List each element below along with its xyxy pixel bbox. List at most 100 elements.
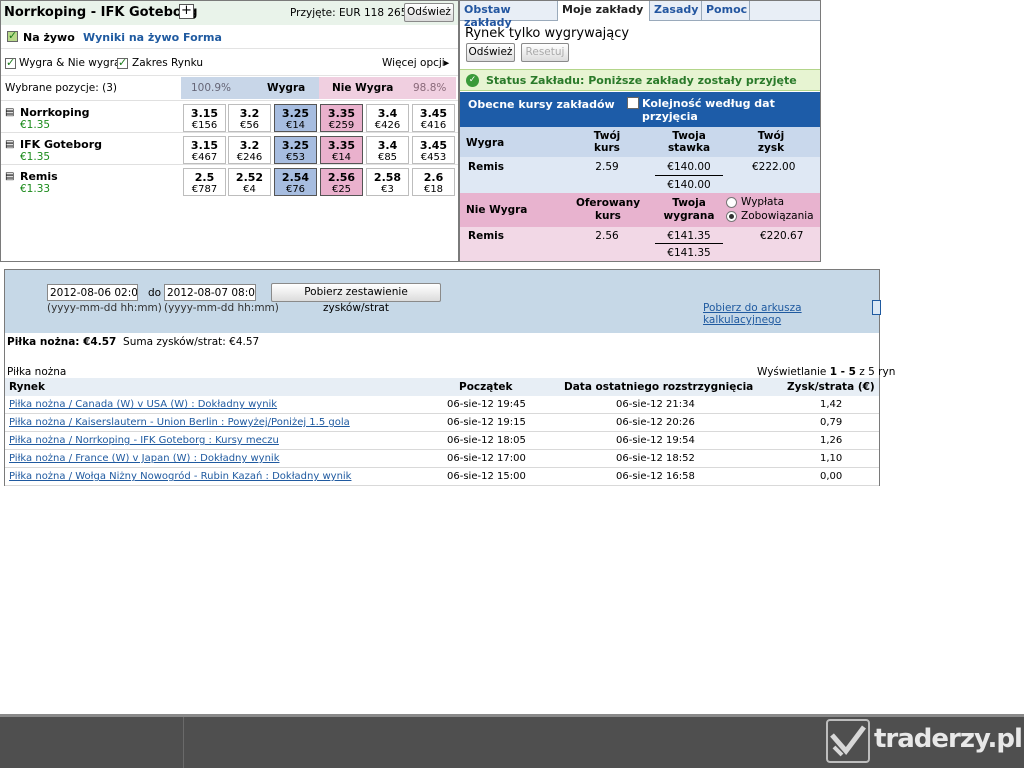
- chart-icon[interactable]: ▤: [5, 107, 14, 118]
- lay-price-cell[interactable]: 3.45 €416: [412, 104, 455, 132]
- market-refresh-button[interactable]: Odśwież: [404, 3, 454, 22]
- spreadsheet-icon[interactable]: [872, 300, 881, 315]
- profit-loss-value: 1,10: [820, 453, 843, 464]
- market-link[interactable]: Piłka nożna / Kaiserslautern - Union Ber…: [9, 417, 350, 428]
- table-row: Piłka nożna / Norrkoping - IFK Goteborg …: [5, 432, 879, 450]
- back-price-cell[interactable]: 2.54 €76: [274, 168, 317, 196]
- price-amount: €53: [285, 152, 306, 163]
- back-price-cell[interactable]: 3.2 €246: [228, 136, 271, 164]
- price-amount: €259: [328, 120, 355, 131]
- price-odds: 3.4: [377, 107, 398, 120]
- win-lose-checkbox[interactable]: [5, 56, 16, 69]
- lay-bet-stake: €141.35: [667, 230, 711, 242]
- lay-price-cell[interactable]: 2.6 €18: [412, 168, 455, 196]
- price-odds: 3.45: [419, 139, 448, 152]
- tab-my-bets[interactable]: Moje zakłady: [558, 1, 650, 21]
- stake-total-divider: [655, 175, 723, 176]
- price-amount: €18: [423, 184, 444, 195]
- lay-bet-row: Remis 2.56 €141.35 €220.67 €141.35: [460, 227, 820, 261]
- back-percentage: 100.9%: [191, 82, 232, 94]
- lay-price-cell[interactable]: 3.35 €259: [320, 104, 363, 132]
- check-circle-icon: ✓: [466, 74, 479, 87]
- add-market-button[interactable]: +: [179, 4, 194, 19]
- col-start[interactable]: Początek: [459, 381, 512, 393]
- live-checkbox[interactable]: [7, 29, 18, 42]
- pl-table-header: Rynek Początek Data ostatniego rozstrzyg…: [5, 378, 879, 396]
- date-to-label: do: [148, 287, 162, 299]
- back-price-cell[interactable]: 3.2 €56: [228, 104, 271, 132]
- back-bet-stake: €140.00: [667, 161, 711, 173]
- price-odds: 3.45: [419, 107, 448, 120]
- back-bets-header: Wygra Twój kurs Twoja stawka Twój zysk: [460, 127, 820, 157]
- bets-refresh-button[interactable]: Odśwież: [466, 43, 515, 62]
- lay-price-cell[interactable]: 3.45 €453: [412, 136, 455, 164]
- your-winnings-label-1: Twoja: [672, 197, 706, 209]
- back-price-cell[interactable]: 3.25 €14: [274, 104, 317, 132]
- back-price-cell[interactable]: 3.25 €53: [274, 136, 317, 164]
- tab-live[interactable]: Na żywo: [23, 31, 75, 44]
- your-stake-label-2: stawka: [667, 142, 711, 154]
- tab-form[interactable]: Forma: [183, 31, 222, 44]
- lay-price-cell[interactable]: 3.35 €14: [320, 136, 363, 164]
- runner-row: ▤ Remis €1.33 2.5 €787 2.52 €4 2.54 €76 2.56 €25 2.…: [1, 164, 458, 196]
- lay-price-cell[interactable]: 3.4 €85: [366, 136, 409, 164]
- back-price-cell[interactable]: 2.5 €787: [183, 168, 226, 196]
- runner-profit: €1.35: [20, 119, 51, 131]
- date-to-input[interactable]: [164, 284, 256, 301]
- start-time: 06-sie-12 19:45: [447, 399, 526, 410]
- tab-live-scores[interactable]: Wyniki na żywo: [83, 31, 179, 44]
- date-from-input[interactable]: [47, 284, 138, 301]
- settled-time: 06-sie-12 20:26: [616, 417, 695, 428]
- date-to-format: (yyyy-mm-dd hh:mm): [164, 302, 279, 314]
- col-settled[interactable]: Data ostatniego rozstrzygnięcia: [564, 381, 753, 393]
- market-range-checkbox[interactable]: [117, 56, 128, 69]
- lay-price-cell[interactable]: 3.4 €426: [366, 104, 409, 132]
- order-by-date-label: Kolejność według dat przyjęcia: [642, 97, 775, 123]
- lay-label: Nie Wygra: [332, 82, 394, 94]
- col-profit-loss[interactable]: Zysk/strata (€): [787, 381, 875, 393]
- order-by-date-checkbox[interactable]: [627, 97, 639, 109]
- export-spreadsheet-link[interactable]: Pobierz do arkusza kalkulacyjnego: [703, 302, 879, 326]
- chart-icon[interactable]: ▤: [5, 139, 14, 150]
- back-price-cell[interactable]: 3.15 €467: [183, 136, 226, 164]
- chart-icon[interactable]: ▤: [5, 171, 14, 182]
- pagination-info: Wyświetlanie 1 - 5 z 5 ryn: [757, 366, 895, 378]
- bet-status-bar: ✓ Status Zakładu: Poniższe zakłady zosta…: [460, 69, 820, 91]
- your-stake-label-1: Twoja: [672, 130, 706, 142]
- price-odds: 2.52: [235, 171, 264, 184]
- bets-reset-button[interactable]: Resetuj: [521, 43, 569, 62]
- offered-odds-label-2: kurs: [595, 210, 621, 222]
- fetch-pl-button[interactable]: Pobierz zestawienie zysków/strat: [271, 283, 441, 314]
- market-link[interactable]: Piłka nożna / Canada (W) v USA (W) : Dok…: [9, 399, 277, 410]
- price-amount: €25: [331, 184, 352, 195]
- market-panel: Norrkoping - IFK Goteborg + Przyjęte: EU…: [0, 0, 459, 262]
- more-options-arrow-icon[interactable]: ▸: [444, 57, 449, 69]
- watermark-logo: traderzy.pl: [826, 719, 1023, 763]
- back-price-cell[interactable]: 3.15 €156: [183, 104, 226, 132]
- market-link[interactable]: Piłka nożna / France (W) v Japan (W) : D…: [9, 453, 280, 464]
- lay-bet-odds: 2.56: [595, 230, 619, 242]
- price-amount: €416: [420, 120, 447, 131]
- lay-price-cell[interactable]: 2.58 €3: [366, 168, 409, 196]
- tab-place-bets[interactable]: Obstaw zakłady: [460, 1, 558, 29]
- payout-radio[interactable]: [726, 197, 737, 208]
- market-link[interactable]: Piłka nożna / Norrkoping - IFK Goteborg …: [9, 435, 279, 446]
- liability-radio[interactable]: [726, 211, 737, 222]
- lay-price-cell[interactable]: 2.56 €25: [320, 168, 363, 196]
- table-row: Piłka nożna / Kaiserslautern - Union Ber…: [5, 414, 879, 432]
- back-price-cell[interactable]: 2.52 €4: [228, 168, 271, 196]
- more-options-link[interactable]: Więcej opcji: [382, 57, 445, 69]
- col-market[interactable]: Rynek: [9, 381, 45, 393]
- price-amount: €14: [285, 120, 306, 131]
- pagination-suffix: z 5 ryn: [855, 366, 896, 378]
- price-amount: €453: [420, 152, 447, 163]
- market-link[interactable]: Piłka nożna / Wołga Niżny Nowogród - Rub…: [9, 471, 351, 482]
- back-bet-selection: Remis: [468, 161, 504, 173]
- price-odds: 2.5: [194, 171, 215, 184]
- tab-help[interactable]: Pomoc: [702, 1, 750, 21]
- back-bet-profit: €222.00: [752, 161, 796, 173]
- table-row: Piłka nożna / Canada (W) v USA (W) : Dok…: [5, 396, 879, 414]
- tab-rules[interactable]: Zasady: [650, 1, 702, 21]
- runner-profit: €1.33: [20, 183, 51, 195]
- price-amount: €4: [243, 184, 256, 195]
